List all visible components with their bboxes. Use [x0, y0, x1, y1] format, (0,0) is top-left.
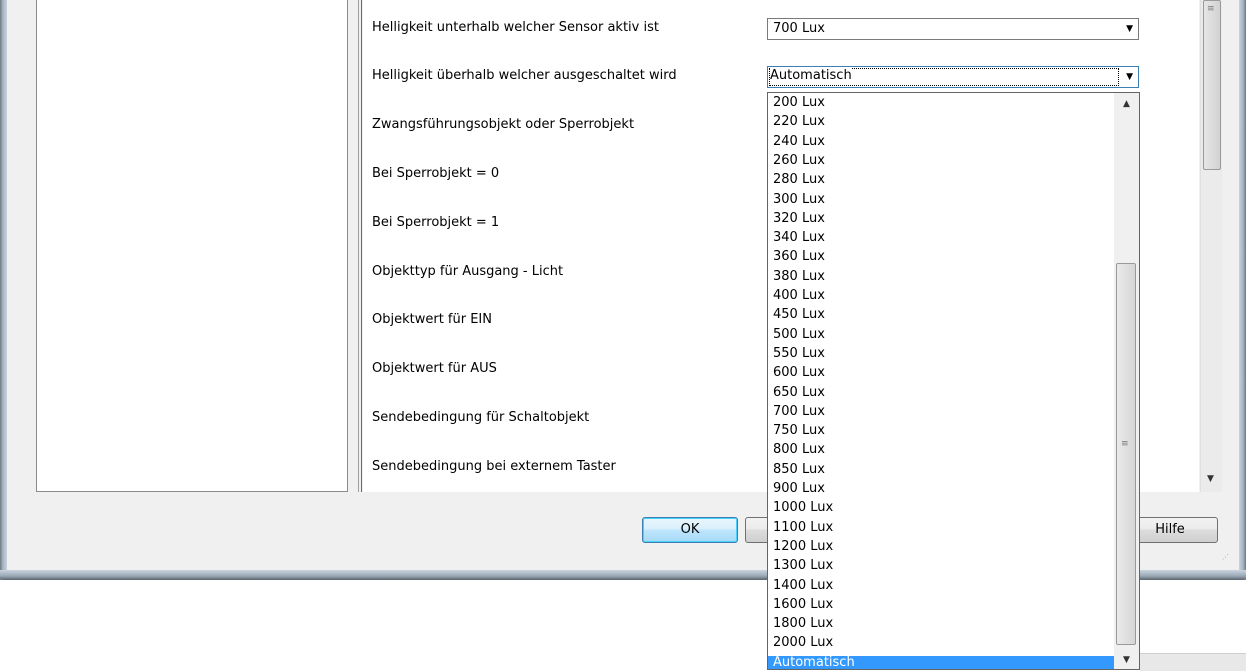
- dropdown-option[interactable]: 800 Lux: [768, 443, 1114, 462]
- dropdown-option[interactable]: 700 Lux: [768, 404, 1114, 424]
- chevron-down-icon[interactable]: ▼: [1126, 24, 1133, 34]
- dropdown-option[interactable]: 220 Lux: [768, 115, 1114, 134]
- dropdown-option[interactable]: 1200 Lux: [768, 539, 1114, 559]
- dropdown-option[interactable]: 260 Lux: [768, 153, 1114, 173]
- dropdown-option[interactable]: 300 Lux: [768, 192, 1114, 212]
- dropdown-option[interactable]: 1800 Lux: [768, 616, 1114, 636]
- param-label: Objektwert für EIN: [372, 312, 492, 327]
- dropdown-option[interactable]: 750 Lux: [768, 423, 1114, 443]
- dropdown-scrollbar[interactable]: ▲ ≡ ▼: [1114, 93, 1139, 669]
- dropdown-option[interactable]: Automatisch: [768, 655, 1114, 669]
- select-value: Automatisch: [770, 68, 852, 83]
- chevron-down-icon[interactable]: ▼: [1126, 72, 1133, 82]
- dropdown-option[interactable]: 280 Lux: [768, 173, 1114, 192]
- dropdown-option[interactable]: 340 Lux: [768, 230, 1114, 250]
- param-label: Bei Sperrobjekt = 0: [372, 166, 500, 181]
- dropdown-option[interactable]: 1600 Lux: [768, 597, 1114, 617]
- dropdown-option[interactable]: 1000 Lux: [768, 501, 1114, 520]
- param-label: Bei Sperrobjekt = 1: [372, 215, 500, 230]
- brightness-off-select[interactable]: Automatisch ▼: [767, 66, 1139, 88]
- dropdown-option[interactable]: 200 Lux: [768, 95, 1114, 115]
- grip-icon: ≡: [1207, 4, 1215, 14]
- param-label: Helligkeit überhalb welcher ausgeschalte…: [372, 68, 677, 83]
- param-label: Zwangsführungsobjekt oder Sperrobjekt: [372, 117, 635, 132]
- scrollbar-thumb[interactable]: [1203, 0, 1221, 170]
- parameter-scrollbar[interactable]: ≡ ▼: [1200, 0, 1222, 492]
- dropdown-option[interactable]: 1300 Lux: [768, 559, 1114, 578]
- dropdown-option[interactable]: 850 Lux: [768, 462, 1114, 482]
- param-label: Helligkeit unterhalb welcher Sensor akti…: [372, 20, 659, 35]
- dropdown-option[interactable]: 500 Lux: [768, 327, 1114, 347]
- dropdown-option[interactable]: 550 Lux: [768, 346, 1114, 366]
- dropdown-option[interactable]: 1100 Lux: [768, 520, 1114, 540]
- dropdown-option[interactable]: 450 Lux: [768, 308, 1114, 327]
- scroll-down-icon[interactable]: ▼: [1207, 474, 1214, 484]
- window-frame-left: [0, 0, 7, 580]
- taskbar-strip: [1140, 653, 1246, 671]
- dropdown-option[interactable]: 900 Lux: [768, 481, 1114, 501]
- param-label: Sendebedingung bei externem Taster: [372, 459, 616, 474]
- tree-panel[interactable]: [36, 0, 348, 492]
- scroll-up-icon[interactable]: ▲: [1123, 99, 1130, 109]
- ok-button[interactable]: OK: [642, 517, 738, 543]
- dropdown-option[interactable]: 600 Lux: [768, 366, 1114, 385]
- param-label: Sendebedingung für Schaltobjekt: [372, 410, 590, 425]
- resize-grip-icon[interactable]: ⋰: [1222, 554, 1232, 566]
- window-frame-right: [1239, 0, 1246, 580]
- param-label: Objektwert für AUS: [372, 361, 497, 376]
- select-value: 700 Lux: [773, 21, 825, 36]
- splitter[interactable]: [358, 0, 362, 492]
- dropdown-list[interactable]: 200 Lux 220 Lux 240 Lux 260 Lux 280 Lux 300 L…: [767, 92, 1140, 670]
- dropdown-option[interactable]: 1400 Lux: [768, 578, 1114, 598]
- brightness-active-select[interactable]: 700 Lux ▼: [767, 18, 1139, 40]
- dropdown-option[interactable]: 400 Lux: [768, 288, 1114, 308]
- dropdown-option[interactable]: 380 Lux: [768, 269, 1114, 289]
- scroll-down-icon[interactable]: ▼: [1123, 655, 1130, 665]
- dropdown-option[interactable]: 650 Lux: [768, 385, 1114, 405]
- grip-icon: ≡: [1121, 439, 1129, 449]
- dropdown-option[interactable]: 240 Lux: [768, 134, 1114, 154]
- param-label: Objekttyp für Ausgang - Licht: [372, 264, 564, 279]
- dropdown-option[interactable]: 320 Lux: [768, 211, 1114, 231]
- scrollbar-thumb[interactable]: [1116, 263, 1136, 645]
- dropdown-option[interactable]: 2000 Lux: [768, 636, 1114, 655]
- dropdown-option[interactable]: 360 Lux: [768, 250, 1114, 269]
